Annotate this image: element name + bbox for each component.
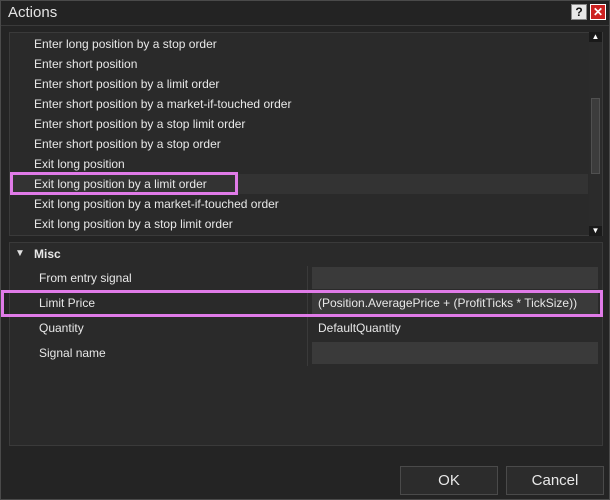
scroll-down-icon[interactable]: ▼ (589, 226, 602, 236)
property-row-limit-price[interactable]: Limit Price (Position.AveragePrice + (Pr… (10, 291, 602, 316)
title-bar: Actions ? ✕ (1, 1, 609, 26)
actions-dialog: Actions ? ✕ Enter long position by a sto… (0, 0, 610, 500)
category-misc[interactable]: ▼ Misc (10, 243, 602, 265)
limit-price-field[interactable]: (Position.AveragePrice + (ProfitTicks * … (312, 292, 598, 314)
list-item[interactable]: Exit long position by a stop limit order (10, 214, 588, 234)
property-row-signal-name[interactable]: Signal name (10, 341, 602, 366)
list-item[interactable]: Exit long position (10, 154, 588, 174)
ok-button[interactable]: OK (400, 466, 498, 495)
list-item[interactable]: Enter short position (10, 54, 588, 74)
list-item[interactable]: Exit long position by a market-if-touche… (10, 194, 588, 214)
property-name: Signal name (39, 346, 106, 360)
list-item[interactable]: Enter long position by a stop order (10, 34, 588, 54)
property-name: From entry signal (39, 271, 132, 285)
property-grid: ▼ Misc From entry signal Limit Price (Po… (9, 242, 603, 446)
list-scrollbar[interactable]: ▲ ▼ (589, 32, 602, 236)
window-title: Actions (8, 4, 58, 21)
category-label: Misc (34, 247, 61, 261)
list-item[interactable]: Enter short position by a stop limit ord… (10, 114, 588, 134)
signal-name-field[interactable] (312, 342, 598, 364)
quantity-field[interactable]: DefaultQuantity (312, 317, 598, 339)
property-row-from-entry-signal[interactable]: From entry signal (10, 266, 602, 291)
from-entry-signal-field[interactable] (312, 267, 598, 289)
list-item-selected[interactable]: Exit long position by a limit order (10, 174, 588, 194)
help-icon[interactable]: ? (571, 4, 587, 20)
scrollbar-thumb[interactable] (591, 98, 600, 174)
close-icon[interactable]: ✕ (590, 4, 606, 20)
list-item[interactable]: Enter short position by a stop order (10, 134, 588, 154)
property-row-quantity[interactable]: Quantity DefaultQuantity (10, 316, 602, 341)
scroll-up-icon[interactable]: ▲ (589, 32, 602, 42)
property-name: Quantity (39, 321, 84, 335)
property-name: Limit Price (39, 296, 96, 310)
actions-list[interactable]: Enter long position by a stop order Ente… (9, 32, 603, 236)
list-item[interactable]: Enter short position by a limit order (10, 74, 588, 94)
cancel-button[interactable]: Cancel (506, 466, 604, 495)
list-item[interactable]: Enter short position by a market-if-touc… (10, 94, 588, 114)
collapse-arrow-icon[interactable]: ▼ (15, 248, 25, 260)
